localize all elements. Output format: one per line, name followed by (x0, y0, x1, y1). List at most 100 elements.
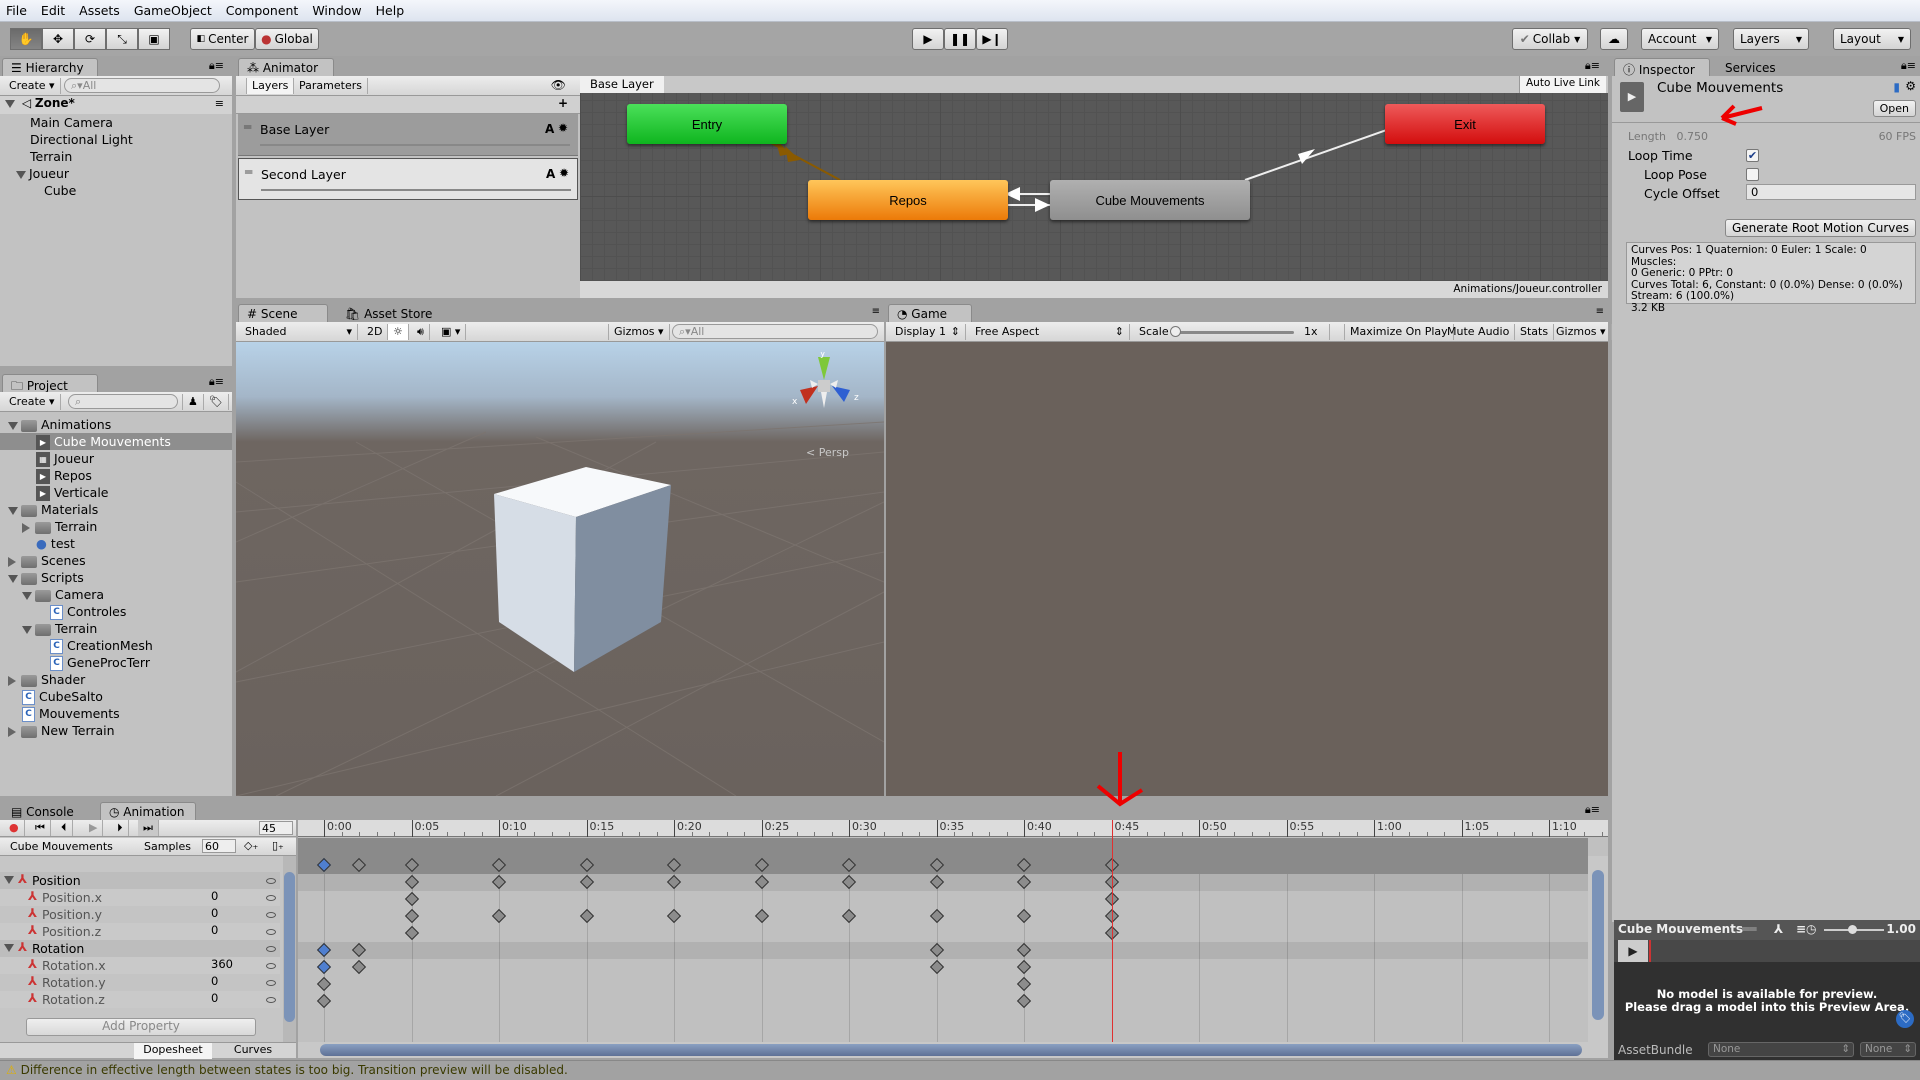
project-item[interactable]: C GeneProcTerr (0, 654, 232, 671)
tab-scene[interactable]: # Scene (238, 304, 328, 323)
property-row[interactable]: ⅄ Rotation.y 0 (0, 974, 280, 991)
property-value[interactable]: 0 (211, 974, 218, 988)
prev-key-button[interactable]: ⏴ (56, 820, 73, 836)
y-axis-cone[interactable] (818, 357, 830, 380)
menu-file[interactable]: File (6, 3, 27, 18)
curve-visibility-icon[interactable] (266, 980, 276, 986)
properties-scrollbar[interactable] (283, 856, 296, 1042)
game-gizmos-dropdown[interactable]: Gizmos ▾ (1551, 324, 1612, 340)
project-item[interactable]: Animations (0, 416, 232, 433)
open-button[interactable]: Open (1872, 100, 1916, 117)
project-search-input[interactable]: ⌕ (68, 394, 178, 409)
effects-dropdown[interactable]: ▣ ▾ (436, 324, 467, 340)
curve-visibility-icon[interactable] (266, 895, 276, 901)
lock-icon[interactable]: 🔒︎≡ (1901, 59, 1916, 73)
expand-arrow-icon[interactable] (5, 99, 15, 108)
hierarchy-item[interactable]: Directional Light (30, 131, 133, 148)
gear-icon[interactable]: ✹ (559, 166, 569, 180)
timeline-hscrollbar-thumb[interactable] (320, 1044, 1582, 1056)
project-item[interactable]: ▶ Repos (0, 467, 232, 484)
curve-visibility-icon[interactable] (266, 997, 276, 1003)
timeline-ruler[interactable]: 0:00 0:05 0:10 0:15 0:20 0:25 0:30 0:35 0:40 0:45… (298, 820, 1608, 837)
step-button[interactable]: ▶❙ (976, 28, 1008, 50)
mute-audio-toggle[interactable]: Mute Audio (1442, 324, 1516, 340)
scale-slider[interactable]: Scale 1x (1134, 324, 1330, 340)
filter-label-button[interactable]: 🏷︎ (204, 394, 229, 410)
last-key-button[interactable]: ⏭ (138, 820, 159, 836)
layer-row-second[interactable]: ═ Second Layer A ✹ (238, 158, 578, 200)
hierarchy-item[interactable]: Main Camera (30, 114, 113, 131)
scale-slider-thumb[interactable] (1170, 326, 1181, 337)
tab-animation[interactable]: ◷ Animation (100, 802, 196, 821)
expand-arrow-icon[interactable] (16, 170, 26, 179)
hierarchy-item[interactable]: Joueur (16, 165, 69, 182)
project-item[interactable]: Shader (0, 671, 232, 688)
x-axis-cone[interactable] (800, 386, 818, 404)
state-exit[interactable]: Exit (1385, 104, 1545, 144)
pivot-toggle-icon[interactable]: ⅄ (1774, 922, 1783, 936)
tab-curves[interactable]: Curves (214, 1043, 292, 1059)
preview-playhead[interactable] (1649, 940, 1651, 962)
menu-help[interactable]: Help (376, 3, 405, 18)
gear-icon[interactable]: ⚙ (1905, 79, 1916, 93)
curve-visibility-icon[interactable] (266, 946, 276, 952)
lock-icon[interactable]: 🔒︎≡ (1585, 59, 1600, 73)
tab-asset-store[interactable]: 🛍︎ Asset Store (336, 304, 441, 323)
preview-speed-slider[interactable] (1848, 925, 1857, 934)
state-cube-mouvements[interactable]: Cube Mouvements (1050, 180, 1250, 220)
frame-field[interactable]: 45 (259, 821, 293, 835)
menu-gameobject[interactable]: GameObject (134, 3, 212, 18)
lock-icon[interactable]: 🔒︎≡ (1585, 803, 1600, 817)
samples-field[interactable]: 60 (202, 839, 236, 853)
scene-orientation-gizmo[interactable]: y x z (788, 352, 868, 432)
maximize-on-play-toggle[interactable]: Maximize On Play (1344, 324, 1454, 340)
tab-project[interactable]: 🗀 Project (2, 374, 98, 393)
preview-timeline[interactable]: ▶ (1614, 940, 1920, 962)
expand-arrow-icon[interactable] (8, 421, 18, 430)
cycle-offset-field[interactable]: 0 (1746, 184, 1916, 200)
filter-type-button[interactable]: ♟ (182, 394, 204, 410)
audio-toggle[interactable]: 🔊︎ (412, 324, 430, 340)
tab-inspector[interactable]: ⓘ Inspector (1614, 58, 1710, 77)
gizmos-dropdown[interactable]: Gizmos ▾ (608, 324, 670, 340)
loop-pose-checkbox[interactable] (1746, 168, 1759, 181)
z-axis-cone[interactable] (832, 386, 850, 402)
project-item[interactable]: C CreationMesh (0, 637, 232, 654)
project-item[interactable]: ▶ Verticale (0, 484, 232, 501)
project-item[interactable]: ▶ Cube Mouvements (0, 433, 232, 450)
tab-parameters[interactable]: Parameters (294, 78, 368, 94)
property-value[interactable]: 360 (211, 957, 233, 971)
menu-icon[interactable]: ≡ (215, 97, 224, 110)
expand-arrow-icon[interactable] (8, 726, 16, 737)
hierarchy-create-button[interactable]: Create ▾ (4, 78, 61, 94)
display-dropdown[interactable]: Display 1 ⇕ (890, 324, 966, 340)
playhead[interactable] (1111, 820, 1113, 1042)
property-row[interactable]: ⅄ Rotation.x 360 (0, 957, 280, 974)
tab-dopesheet[interactable]: Dopesheet (134, 1043, 212, 1059)
game-viewport[interactable] (886, 342, 1608, 796)
first-key-button[interactable]: ⏮ (30, 820, 51, 836)
property-row[interactable]: ⅄ Position.x 0 (0, 889, 280, 906)
hierarchy-search-input[interactable]: ⌕▾All (64, 78, 220, 93)
clip-dropdown[interactable]: Cube Mouvements (10, 840, 113, 853)
layout-dropdown[interactable]: Layout ▼ (1833, 28, 1911, 50)
add-keyframe-button[interactable]: ◇₊ (244, 839, 258, 852)
menu-edit[interactable]: Edit (41, 3, 65, 18)
timeline-hscrollbar[interactable] (298, 1042, 1608, 1058)
property-row[interactable]: ⅄ Rotation (0, 940, 280, 957)
stats-toggle[interactable]: Stats (1515, 324, 1555, 340)
project-item[interactable]: C CubeSalto (0, 688, 232, 705)
hierarchy-item[interactable]: Cube (44, 182, 76, 199)
property-value[interactable]: 0 (211, 923, 218, 937)
expand-arrow-icon[interactable] (22, 591, 32, 600)
curve-visibility-icon[interactable] (266, 963, 276, 969)
collab-dropdown[interactable]: ✔ Collab ▼ (1512, 28, 1588, 50)
timeline-vscrollbar-thumb[interactable] (1592, 870, 1604, 1020)
expand-arrow-icon[interactable] (22, 625, 32, 634)
pivot-center-button[interactable]: ◧ Center (190, 28, 255, 50)
pivot-global-button[interactable]: ● Global (255, 28, 319, 50)
state-entry[interactable]: Entry (627, 104, 787, 144)
lighting-toggle[interactable]: ☼ (388, 324, 409, 340)
eye-icon[interactable]: 👁︎ (551, 78, 566, 92)
property-row[interactable]: ⅄ Position.y 0 (0, 906, 280, 923)
